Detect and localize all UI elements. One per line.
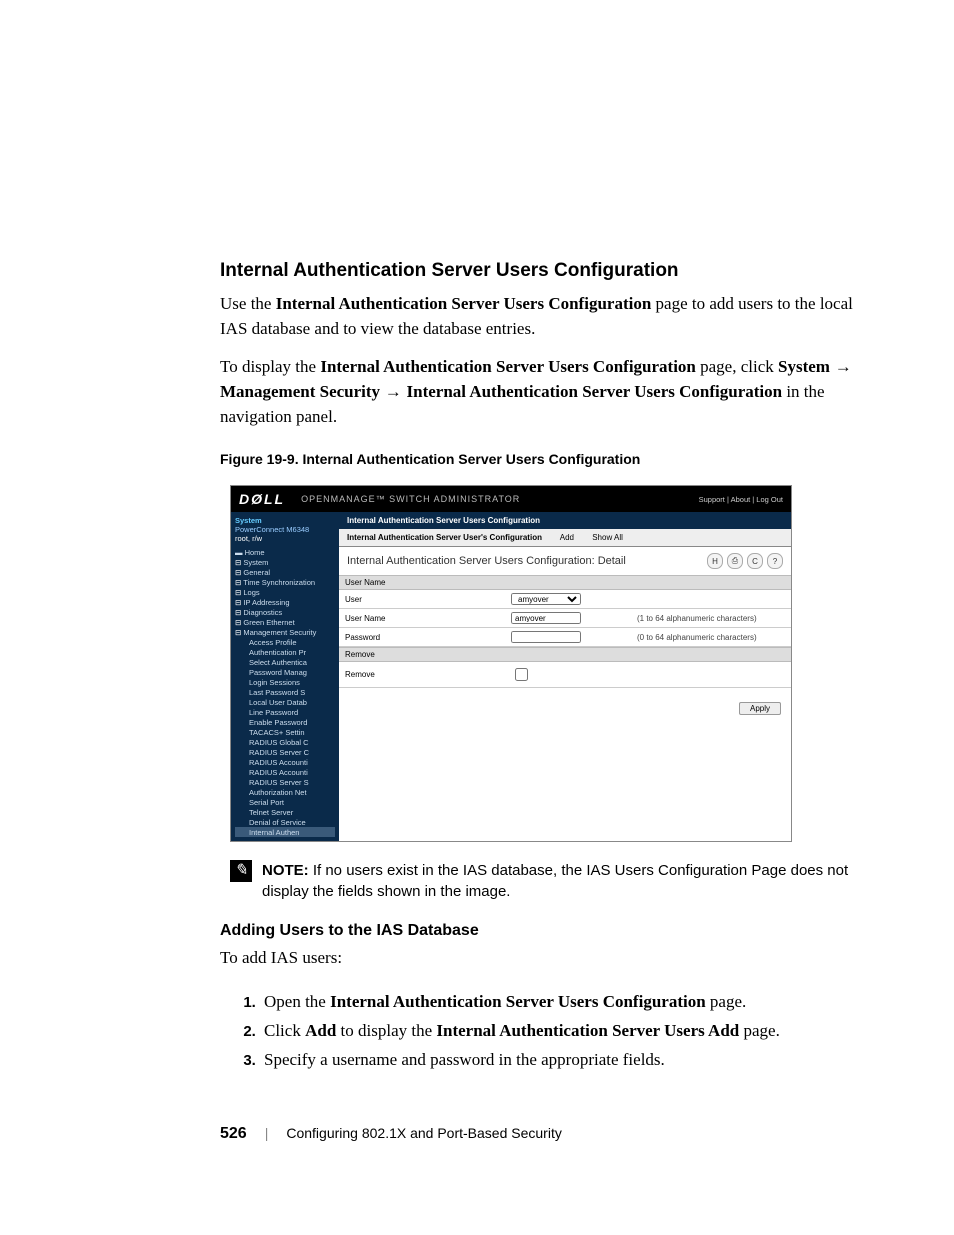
top-links[interactable]: Support | About | Log Out [699, 495, 783, 504]
section-username: User Name [339, 575, 791, 590]
help-icon[interactable]: ? [767, 553, 783, 569]
tree-subitem[interactable]: Enable Password [235, 717, 335, 727]
note-block: ✎ NOTE: If no users exist in the IAS dat… [230, 860, 864, 902]
nav-mgmt: Management Security [220, 382, 380, 401]
arrow-icon: → [830, 357, 852, 376]
page-footer: 526 | Configuring 802.1X and Port-Based … [220, 1125, 864, 1143]
section-remove: Remove [339, 647, 791, 662]
tree-system[interactable]: System [235, 557, 335, 567]
breadcrumb: Internal Authentication Server Users Con… [339, 512, 791, 529]
step1-bold: Internal Authentication Server Users Con… [330, 992, 706, 1011]
tree-item[interactable]: Management Security [235, 627, 335, 637]
tree-subitem[interactable]: TACACS+ Settin [235, 727, 335, 737]
screenshot-figure: DØLL OPENMANAGE™ SWITCH ADMINISTRATOR Su… [230, 485, 792, 842]
detail-heading: Internal Authentication Server Users Con… [347, 555, 626, 567]
save-icon[interactable]: H [707, 553, 723, 569]
section-heading: Internal Authentication Server Users Con… [220, 260, 864, 282]
nav-ias: Internal Authentication Server Users Con… [407, 382, 783, 401]
tree-subitem[interactable]: Select Authentica [235, 657, 335, 667]
step2-post: page. [739, 1021, 780, 1040]
step2-mid: to display the [336, 1021, 436, 1040]
tree-subitem[interactable]: RADIUS Accounti [235, 757, 335, 767]
figure-caption: Figure 19-9. Internal Authentication Ser… [220, 451, 864, 467]
nav-system: System [778, 357, 830, 376]
tree-subitem[interactable]: RADIUS Server S [235, 777, 335, 787]
tree-subitem-active[interactable]: Internal Authen [235, 827, 335, 837]
footer-title: Configuring 802.1X and Port-Based Securi… [286, 1125, 562, 1141]
sidebar-user: root, r/w [235, 534, 335, 543]
remove-checkbox[interactable] [515, 668, 528, 681]
user-select[interactable]: amyover [511, 593, 581, 605]
content-pane: Internal Authentication Server Users Con… [339, 512, 791, 841]
sidebar-device: PowerConnect M6348 [235, 525, 335, 534]
tree-subitem[interactable]: Password Manag [235, 667, 335, 677]
refresh-icon[interactable]: C [747, 553, 763, 569]
label-remove: Remove [345, 670, 505, 679]
tree-home[interactable]: ▬ Home [235, 547, 335, 557]
tree-subitem[interactable]: Last Password S [235, 687, 335, 697]
paragraph-1: Use the Internal Authentication Server U… [220, 292, 864, 341]
footer-separator: | [265, 1125, 269, 1141]
tree-subitem[interactable]: Access Profile [235, 637, 335, 647]
step-2: Click Add to display the Internal Authen… [260, 1017, 864, 1046]
tree-item[interactable]: Time Synchronization [235, 577, 335, 587]
tree-subitem[interactable]: Serial Port [235, 797, 335, 807]
tree-item[interactable]: IP Addressing [235, 597, 335, 607]
step2-b1: Add [305, 1021, 336, 1040]
tree-subitem[interactable]: Local User Datab [235, 697, 335, 707]
page-number: 526 [220, 1125, 247, 1143]
app-topbar: DØLL OPENMANAGE™ SWITCH ADMINISTRATOR Su… [231, 486, 791, 512]
tree-subitem[interactable]: Denial of Service [235, 817, 335, 827]
p2-bold: Internal Authentication Server Users Con… [320, 357, 696, 376]
tree-item[interactable]: Green Ethernet [235, 617, 335, 627]
password-input[interactable] [511, 631, 581, 643]
tree-subitem[interactable]: Telnet Server [235, 807, 335, 817]
step2-b2: Internal Authentication Server Users Add [436, 1021, 739, 1040]
label-password: Password [345, 633, 505, 642]
arrow-icon: → [380, 382, 406, 401]
tree-subitem[interactable]: Authorization Net [235, 787, 335, 797]
sub-heading: Adding Users to the IAS Database [220, 922, 864, 940]
note-label: NOTE: [262, 862, 309, 879]
tab-add[interactable]: Add [560, 533, 574, 542]
print-icon[interactable]: ⎙ [727, 553, 743, 569]
label-user: User [345, 595, 505, 604]
tree-subitem[interactable]: Authentication Pr [235, 647, 335, 657]
p2-pre: To display the [220, 357, 320, 376]
step-3: Specify a username and password in the a… [260, 1046, 864, 1075]
steps-list: Open the Internal Authentication Server … [240, 988, 864, 1075]
tree-subitem[interactable]: Line Password [235, 707, 335, 717]
p2-mid: page, click [696, 357, 778, 376]
nav-sidebar[interactable]: System PowerConnect M6348 root, r/w ▬ Ho… [231, 512, 339, 841]
username-input[interactable] [511, 612, 581, 624]
step1-post: page. [706, 992, 747, 1011]
tree-subitem[interactable]: RADIUS Global C [235, 737, 335, 747]
tree-subitem[interactable]: Login Sessions [235, 677, 335, 687]
tab-bar: Internal Authentication Server User's Co… [339, 529, 791, 547]
tree-subitem[interactable]: RADIUS Server C [235, 747, 335, 757]
label-username: User Name [345, 614, 505, 623]
tree-item[interactable]: Logs [235, 587, 335, 597]
dell-logo: DØLL [239, 491, 285, 507]
paragraph-2: To display the Internal Authentication S… [220, 355, 864, 429]
step-1: Open the Internal Authentication Server … [260, 988, 864, 1017]
tree-home-label: Home [245, 548, 265, 557]
tree-item[interactable]: Diagnostics [235, 607, 335, 617]
note-icon: ✎ [230, 860, 252, 882]
username-hint: (1 to 64 alphanumeric characters) [637, 614, 757, 623]
step2-pre: Click [264, 1021, 305, 1040]
step1-pre: Open the [264, 992, 330, 1011]
tab-showall[interactable]: Show All [592, 533, 623, 542]
tree-item[interactable]: General [235, 567, 335, 577]
sidebar-head: System [235, 516, 335, 525]
p1-pre: Use the [220, 294, 276, 313]
apply-button[interactable]: Apply [739, 702, 781, 715]
p1-bold: Internal Authentication Server Users Con… [276, 294, 652, 313]
lead-in: To add IAS users: [220, 946, 864, 971]
note-text: If no users exist in the IAS database, t… [262, 862, 848, 900]
tab-main[interactable]: Internal Authentication Server User's Co… [347, 533, 542, 542]
password-hint: (0 to 64 alphanumeric characters) [637, 633, 757, 642]
tree-subitem[interactable]: RADIUS Accounti [235, 767, 335, 777]
app-brand: OPENMANAGE™ SWITCH ADMINISTRATOR [301, 494, 699, 504]
